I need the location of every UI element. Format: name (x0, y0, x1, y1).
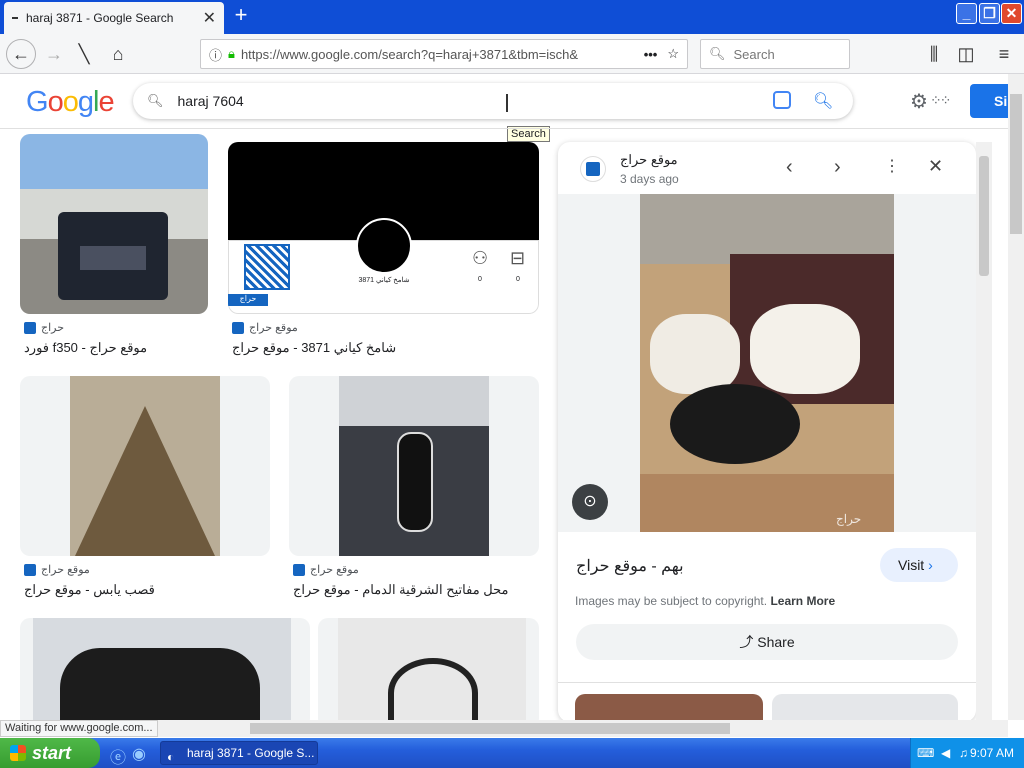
page-vertical-scrollbar[interactable] (1008, 74, 1024, 720)
windows-logo-icon (10, 745, 26, 761)
settings-gear-icon[interactable]: ⚙ (910, 89, 928, 114)
store-icon: ⊟ (510, 248, 526, 268)
followers-count: 0 (478, 276, 482, 283)
back-arrow-icon[interactable]: ◀ (941, 738, 950, 768)
new-tab-button[interactable]: + (230, 4, 252, 28)
tab-bar: haraj 3871 - Google Search ✕ + _ ❐ ✕ (0, 0, 1024, 34)
haraj-favicon (232, 321, 244, 334)
keyboard-icon[interactable]: ⌨ (917, 738, 934, 768)
lens-search-icon[interactable]: ⊙ (572, 484, 608, 520)
image-watermark: حراج (836, 512, 862, 526)
library-icon[interactable]: ⫼ (920, 40, 948, 68)
ie-quicklaunch-icon[interactable]: ⓔ (110, 744, 126, 768)
haraj-favicon (293, 563, 305, 576)
window-maximize-button[interactable]: ❐ (979, 3, 1000, 24)
panel-scrollbar[interactable] (976, 142, 992, 720)
haraj-favicon (24, 321, 36, 334)
page-actions-icon[interactable]: ••• (644, 47, 658, 62)
tab-active[interactable]: haraj 3871 - Google Search ✕ (4, 2, 224, 34)
back-button[interactable]: ← (6, 39, 36, 69)
search-submit-icon[interactable]: 🔍︎ (813, 91, 833, 111)
tab-title: haraj 3871 - Google Search (26, 11, 174, 25)
more-options-icon[interactable]: ⋮ (884, 156, 900, 176)
apps-grid-icon[interactable]: ⁘⁘ (930, 92, 952, 109)
site-favicon (580, 156, 606, 182)
clock: 9:07 AM (969, 746, 1014, 760)
loading-icon (12, 17, 18, 19)
tab-close-icon[interactable]: ✕ (203, 8, 216, 28)
sidebar-icon[interactable]: ◫ (952, 40, 980, 68)
result-image-headset[interactable] (318, 618, 539, 720)
text-cursor-icon (506, 94, 508, 112)
start-button[interactable]: start (0, 738, 100, 768)
next-icon[interactable]: › (834, 156, 841, 179)
haraj-logo: حراج (228, 294, 268, 306)
result-caption[interactable]: شامخ كياني 3871 - موقع حراج (232, 340, 396, 356)
firefox-quicklaunch-icon[interactable]: ◉ (132, 744, 146, 764)
sign-in-button[interactable]: Si (970, 84, 1008, 118)
share-icon: ⤴ (739, 634, 754, 650)
forward-button[interactable]: → (40, 40, 68, 68)
url-bar[interactable]: ⓘ 🔒︎ https://www.google.com/search?q=har… (200, 39, 688, 69)
share-button[interactable]: ⤴ Share (576, 624, 958, 660)
google-logo[interactable]: Google (26, 86, 115, 119)
result-source[interactable]: موقع حراج (24, 563, 90, 576)
nav-bar: ← → ╲ ⌂ ⓘ 🔒︎ https://www.google.com/sear… (0, 34, 1024, 74)
result-image-reeds[interactable] (20, 376, 270, 556)
close-panel-icon[interactable]: ✕ (928, 156, 943, 177)
previous-icon[interactable]: ‹ (786, 156, 793, 179)
search-icon: 🔍︎ (709, 46, 726, 61)
window-close-button[interactable]: ✕ (1001, 3, 1022, 24)
result-image-truck[interactable] (20, 134, 208, 314)
bookmark-star-icon[interactable]: ☆ (667, 46, 679, 62)
volume-icon[interactable]: ♫ (959, 738, 968, 768)
result-image-keys[interactable] (289, 376, 539, 556)
qr-code-icon (244, 244, 290, 290)
panel-site-name[interactable]: موقع حراج (620, 152, 678, 168)
image-preview-panel: موقع حراج 3 days ago ‹ › ⋮ ✕ حراج ⊙ بهم … (558, 142, 976, 720)
url-text[interactable]: https://www.google.com/search?q=haraj+38… (241, 47, 634, 62)
search-icon: 🔍︎ (147, 93, 164, 108)
search-query-input[interactable]: haraj 7604 (178, 93, 244, 109)
google-page: Google 🔍︎ haraj 7604 🔍︎ Search ⚙ ⁘⁘ Si ح… (0, 74, 1008, 720)
followers-icon: ⚇ (472, 248, 489, 268)
related-image[interactable] (772, 694, 958, 720)
lens-icon[interactable] (773, 91, 791, 109)
panel-time: 3 days ago (620, 172, 679, 186)
header-divider (0, 128, 1008, 129)
haraj-favicon (24, 563, 36, 576)
copyright-notice: Images may be subject to copyright. Lear… (575, 594, 836, 608)
result-image-car-hood[interactable] (20, 618, 310, 720)
visit-button[interactable]: Visit › (880, 548, 958, 582)
learn-more-link[interactable]: Learn More (770, 594, 835, 608)
window-minimize-button[interactable]: _ (956, 3, 977, 24)
result-image-profile[interactable]: شامخ كياني 3871 حراج ⚇ ⊟ 0 0 (228, 142, 539, 314)
menu-icon[interactable]: ≡ (990, 40, 1018, 68)
status-bar: Waiting for www.google.com... (0, 720, 158, 737)
stop-button[interactable]: ╲ (70, 40, 98, 68)
system-tray: ⌨ ◀ ♫ 9:07 AM (910, 738, 1024, 768)
result-caption[interactable]: فورد f350 - موقع حراج (24, 340, 147, 356)
browser-search-box[interactable]: 🔍︎ Search (700, 39, 850, 69)
listings-count: 0 (516, 276, 520, 283)
google-search-bar[interactable]: 🔍︎ haraj 7604 🔍︎ (133, 83, 853, 119)
firefox-icon: ◐ (167, 750, 175, 764)
info-icon[interactable]: ⓘ (209, 45, 222, 64)
taskbar-task-firefox[interactable]: ◐ haraj 3871 - Google S... (160, 741, 318, 765)
result-source[interactable]: موقع حراج (232, 321, 298, 334)
result-caption[interactable]: قصب يابس - موقع حراج (24, 582, 155, 598)
home-button[interactable]: ⌂ (104, 40, 132, 68)
taskbar: start ⓔ ◉ ◐ haraj 3871 - Google S... ⌨ ◀… (0, 738, 1024, 768)
result-caption[interactable]: محل مفاتيح الشرقية الدمام - موقع حراج (293, 582, 508, 598)
panel-title[interactable]: بهم - موقع حراج (576, 556, 684, 576)
browser-search-placeholder: Search (733, 46, 775, 62)
profile-name: شامخ كياني 3871 (358, 277, 410, 284)
preview-image-sheep[interactable]: حراج (640, 194, 894, 532)
result-source[interactable]: حراج (24, 321, 64, 334)
related-image[interactable] (575, 694, 763, 720)
result-source[interactable]: موقع حراج (293, 563, 359, 576)
lock-icon: 🔒︎ (228, 46, 235, 61)
